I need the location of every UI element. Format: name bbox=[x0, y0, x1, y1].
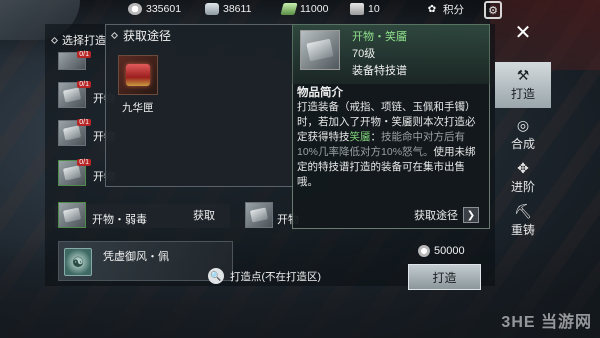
list-item[interactable]: ☯ 凭虚御风・佩 bbox=[58, 241, 233, 281]
coin-icon bbox=[128, 3, 142, 15]
site-watermark: 3HE 当游网 bbox=[501, 314, 592, 331]
list-item-name: 凭虚御风・佩 bbox=[103, 251, 169, 263]
resource-ticket: 10 bbox=[350, 0, 380, 18]
item-description: 打造装备（戒指、项链、玉佩和手镯）时，若加入了开物・笑靥则本次打造必定获得特技笑… bbox=[297, 101, 476, 188]
diamond-icon bbox=[110, 31, 119, 40]
gear-icon: ⚙ bbox=[488, 4, 498, 17]
slot-count-badge: 0/1 bbox=[77, 51, 91, 58]
slot-count-badge: 0/1 bbox=[77, 159, 91, 166]
tab-advance[interactable]: ✥ 进阶 bbox=[495, 155, 551, 201]
slot-count-badge: 0/1 bbox=[77, 81, 91, 88]
close-icon: ✕ bbox=[514, 21, 532, 44]
skill-book-icon bbox=[62, 125, 82, 141]
tab-synthesize[interactable]: ◎ 合成 bbox=[495, 112, 551, 158]
item-icon bbox=[300, 30, 340, 70]
treasure-chest-icon bbox=[126, 64, 150, 86]
acquire-item-name: 九华匣 bbox=[122, 102, 154, 114]
resource-coin: 335601 bbox=[128, 0, 181, 18]
material-slot[interactable]: 0/1 bbox=[58, 81, 91, 108]
resource-points[interactable]: ✿ 积分 bbox=[425, 0, 464, 18]
advance-icon: ✥ bbox=[517, 160, 529, 176]
recipe-name: 开物・弱毒 bbox=[92, 214, 147, 226]
skill-book-icon bbox=[62, 87, 82, 103]
acquire-route-button[interactable]: 获取途径 ❯ bbox=[414, 207, 479, 223]
resource-jade: 11000 bbox=[280, 0, 328, 18]
acquire-route-title: 获取途径 bbox=[110, 27, 171, 44]
skill-name-highlight: 笑靥 bbox=[349, 131, 371, 143]
jade-icon bbox=[280, 3, 298, 15]
item-level: 70级 bbox=[352, 48, 376, 60]
wind-jade-icon: ☯ bbox=[64, 248, 92, 276]
anvil-icon: ⚒ bbox=[516, 67, 530, 83]
synthesize-icon: ◎ bbox=[516, 117, 530, 133]
skill-book-icon bbox=[249, 207, 269, 223]
skill-book-icon bbox=[306, 38, 334, 62]
select-craft-title: 选择打造 bbox=[50, 32, 106, 48]
tab-craft[interactable]: ⚒ 打造 bbox=[495, 62, 551, 108]
craft-button[interactable]: 打造 bbox=[408, 264, 481, 290]
ticket-icon bbox=[350, 3, 364, 15]
diamond-icon bbox=[50, 36, 59, 44]
points-icon: ✿ bbox=[427, 3, 437, 15]
item-type: 装备特技谱 bbox=[352, 65, 407, 77]
skill-book-icon bbox=[62, 207, 82, 223]
settings-gear-button[interactable]: ⚙ bbox=[484, 1, 502, 19]
recipe-thumb[interactable] bbox=[245, 202, 273, 228]
skill-book-icon bbox=[62, 165, 82, 181]
slot-count-badge: 0/1 bbox=[77, 119, 91, 126]
chevron-right-icon: ❯ bbox=[463, 207, 479, 223]
material-slot[interactable]: 0/1 bbox=[58, 51, 91, 70]
search-icon: 🔍 bbox=[208, 268, 224, 284]
item-intro-heading: 物品简介 bbox=[297, 87, 343, 99]
material-slot[interactable]: 0/1 bbox=[58, 119, 91, 146]
material-slot[interactable]: 0/1 bbox=[58, 159, 91, 186]
acquire-button[interactable]: 获取 bbox=[193, 207, 215, 223]
acquire-item-slot[interactable] bbox=[118, 55, 158, 95]
coin-icon bbox=[418, 245, 430, 257]
craft-cost: 50000 bbox=[418, 245, 465, 257]
item-name: 开物・笑靥 bbox=[352, 31, 407, 43]
tab-reforge[interactable]: ⛏ 重铸 bbox=[495, 198, 551, 244]
silver-icon bbox=[205, 3, 219, 15]
hammer-icon: ⛏ bbox=[514, 203, 532, 219]
recipe-thumb bbox=[58, 202, 86, 228]
resource-silver: 38611 bbox=[205, 0, 251, 18]
craft-point-locator[interactable]: 🔍 打造点(不在打造区) bbox=[208, 268, 321, 284]
close-button[interactable]: ✕ bbox=[505, 17, 541, 47]
